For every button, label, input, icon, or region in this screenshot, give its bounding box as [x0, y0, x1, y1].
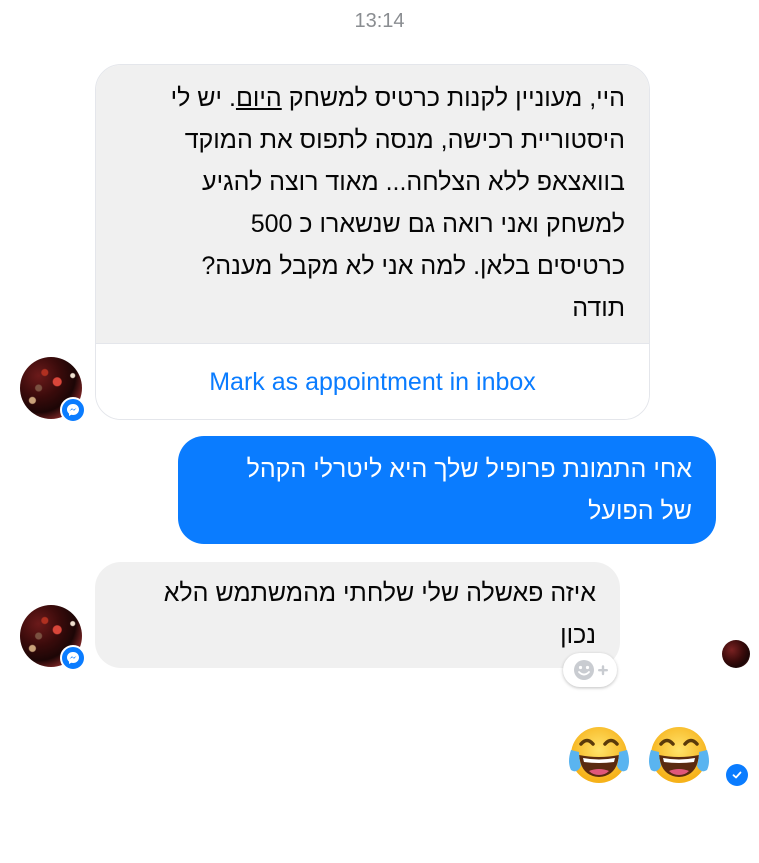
incoming-message-text: היי, מעוניין לקנות כרטיס למשחק היום. יש … — [96, 65, 649, 329]
incoming-message-bubble[interactable]: היי, מעוניין לקנות כרטיס למשחק היום. יש … — [96, 65, 649, 343]
face-with-tears-of-joy-icon — [569, 727, 629, 783]
messenger-icon — [60, 645, 86, 671]
incoming-message-card: היי, מעוניין לקנות כרטיס למשחק היום. יש … — [95, 64, 650, 420]
outgoing-message-bubble[interactable]: אחי התמונת פרופיל שלך היא ליטרלי הקהל של… — [178, 436, 716, 544]
outgoing-message-text: אחי התמונת פרופיל שלך היא ליטרלי הקהל של… — [246, 455, 692, 525]
incoming-message-bubble[interactable]: איזה פאשלה שלי שלחתי מהמשתמש הלא נכון — [95, 562, 620, 668]
message-timestamp: 13:14 — [354, 10, 405, 32]
check-icon — [732, 771, 742, 779]
delivered-status — [726, 764, 748, 786]
message-text-underlined[interactable]: היום — [236, 84, 282, 112]
message-text-part: . יש לי היסטוריית רכישה, מנסה לתפוס את ה… — [170, 84, 625, 322]
messenger-icon — [60, 397, 86, 423]
messenger-conversation: 13:14 היי, מעוניין לקנות כרטיס למשחק היו… — [0, 0, 759, 863]
message-text-part: היי, מעוניין לקנות כרטיס למשחק — [281, 84, 625, 112]
mark-as-appointment-button[interactable]: Mark as appointment in inbox — [96, 343, 649, 419]
seen-receipt-avatar — [722, 640, 750, 668]
incoming-message-text: איזה פאשלה שלי שלחתי מהמשתמש הלא נכון — [163, 579, 596, 649]
add-reaction-button[interactable] — [563, 653, 617, 687]
face-with-tears-of-joy-icon — [649, 727, 709, 783]
add-reaction-icon — [574, 660, 608, 680]
